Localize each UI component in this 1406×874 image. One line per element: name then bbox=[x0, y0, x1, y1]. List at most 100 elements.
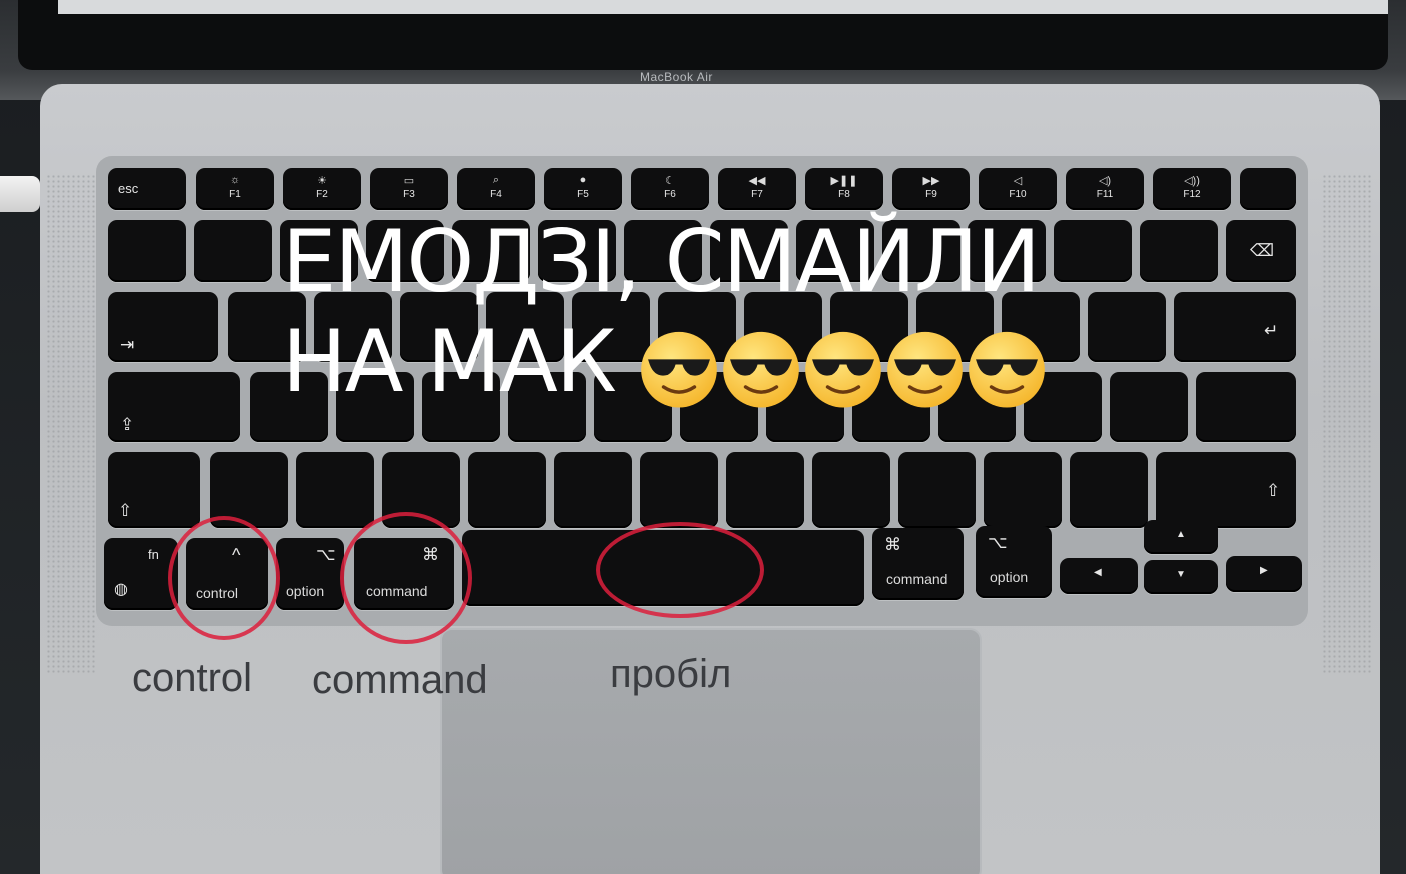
return-icon: ↵ bbox=[1264, 321, 1279, 340]
control-highlight-circle bbox=[168, 516, 280, 640]
key-shift-left[interactable]: ⇧ bbox=[108, 452, 200, 528]
key-option-label: option bbox=[286, 583, 325, 599]
smiling-face-with-sunglasses-icon bbox=[641, 331, 718, 408]
tab-icon: ⇥ bbox=[120, 335, 135, 354]
key-section[interactable] bbox=[108, 220, 186, 282]
key-f4-label: F4 bbox=[490, 189, 502, 200]
key-bracket-left[interactable] bbox=[1088, 292, 1166, 362]
key-arrow-left[interactable]: ◀ bbox=[1060, 558, 1138, 594]
brightness-up-icon: ☀ bbox=[317, 175, 327, 187]
key-f6[interactable]: ☾ F6 bbox=[631, 168, 709, 210]
key-f8[interactable]: ▶❚❚ F8 bbox=[805, 168, 883, 210]
key-backslash[interactable] bbox=[1196, 372, 1296, 442]
rewind-icon: ◀◀ bbox=[748, 175, 766, 187]
key-m[interactable] bbox=[812, 452, 890, 528]
key-1[interactable] bbox=[194, 220, 272, 282]
screen bbox=[58, 0, 1388, 14]
key-shift-right[interactable]: ⇧ bbox=[1156, 452, 1296, 528]
speaker-grille-right bbox=[1322, 174, 1372, 674]
key-f1[interactable]: ☼ F1 bbox=[196, 168, 274, 210]
volume-up-icon: ◁)) bbox=[1184, 175, 1200, 187]
key-return[interactable]: ↵ bbox=[1174, 292, 1296, 362]
key-f10[interactable]: ◁ F10 bbox=[979, 168, 1057, 210]
key-c[interactable] bbox=[468, 452, 546, 528]
headline-line-2: НА МАК bbox=[282, 312, 1050, 412]
key-f9[interactable]: ▶▶ F9 bbox=[892, 168, 970, 210]
mute-icon: ◁ bbox=[1013, 175, 1023, 187]
key-f12-label: F12 bbox=[1183, 189, 1201, 200]
command-symbol-right: ⌘ bbox=[884, 535, 901, 554]
play-pause-icon: ▶❚❚ bbox=[830, 175, 858, 187]
key-f7-label: F7 bbox=[751, 189, 763, 200]
key-option-right[interactable]: ⌥ option bbox=[976, 526, 1052, 598]
emoji-row bbox=[640, 312, 1050, 412]
key-n[interactable] bbox=[726, 452, 804, 528]
key-f9-label: F9 bbox=[925, 189, 937, 200]
arrow-down-icon: ▼ bbox=[1176, 569, 1186, 580]
key-arrow-down[interactable]: ▼ bbox=[1144, 560, 1218, 594]
key-equals[interactable] bbox=[1140, 220, 1218, 282]
arrow-up-icon: ▲ bbox=[1176, 529, 1186, 540]
caps-lock-icon: ⇪ bbox=[120, 415, 135, 434]
key-f6-label: F6 bbox=[664, 189, 676, 200]
key-arrow-up[interactable]: ▲ bbox=[1144, 520, 1218, 554]
caption-space: пробіл bbox=[610, 652, 732, 696]
key-period[interactable] bbox=[984, 452, 1062, 528]
caption-control: control bbox=[132, 656, 253, 700]
key-f10-label: F10 bbox=[1009, 189, 1027, 200]
option-symbol-right: ⌥ bbox=[988, 533, 1008, 552]
key-option-left[interactable]: ⌥ option bbox=[276, 538, 344, 610]
key-arrow-right[interactable]: ▶ bbox=[1226, 556, 1302, 592]
key-tab[interactable]: ⇥ bbox=[108, 292, 218, 362]
key-command-right[interactable]: ⌘ command bbox=[872, 528, 964, 600]
space-highlight-circle bbox=[596, 522, 764, 618]
search-icon: ⌕ bbox=[492, 174, 500, 186]
shift-icon: ⇧ bbox=[118, 501, 133, 520]
command-highlight-circle bbox=[340, 512, 472, 644]
key-comma[interactable] bbox=[898, 452, 976, 528]
brightness-down-icon: ☼ bbox=[229, 174, 241, 186]
delete-icon: ⌫ bbox=[1250, 241, 1275, 260]
photo-scene: MacBook Air esc ☼ F1 ☀ F2 ▭ F3 ⌕ F4 ● F5 ☾ F6 … bbox=[0, 0, 1406, 874]
key-quote[interactable] bbox=[1110, 372, 1188, 442]
key-esc[interactable]: esc bbox=[108, 168, 186, 210]
key-command-right-label: command bbox=[886, 571, 948, 587]
screen-bezel bbox=[18, 0, 1388, 70]
smiling-face-with-sunglasses-icon bbox=[969, 331, 1046, 408]
key-caps-lock[interactable]: ⇪ bbox=[108, 372, 240, 442]
key-touch-id[interactable] bbox=[1240, 168, 1296, 210]
arrow-left-icon: ◀ bbox=[1094, 567, 1102, 578]
smiling-face-with-sunglasses-icon bbox=[887, 331, 964, 408]
speaker-grille-left bbox=[46, 174, 96, 674]
usb-cable bbox=[0, 176, 40, 212]
moon-icon: ☾ bbox=[665, 175, 675, 187]
key-f4[interactable]: ⌕ F4 bbox=[457, 168, 535, 210]
fast-forward-icon: ▶▶ bbox=[922, 175, 940, 187]
option-symbol: ⌥ bbox=[316, 545, 336, 564]
mission-control-icon: ▭ bbox=[403, 175, 415, 187]
headline-line-1: ЕМОДЗІ, СМАЙЛИ bbox=[282, 212, 1041, 312]
headline-line-2-text: НА МАК bbox=[282, 312, 617, 412]
key-f12[interactable]: ◁)) F12 bbox=[1153, 168, 1231, 210]
key-f5-label: F5 bbox=[577, 189, 589, 200]
key-f3[interactable]: ▭ F3 bbox=[370, 168, 448, 210]
key-v[interactable] bbox=[554, 452, 632, 528]
key-slash[interactable] bbox=[1070, 452, 1148, 528]
key-fn[interactable]: fn ◍ bbox=[104, 538, 178, 610]
key-f2[interactable]: ☀ F2 bbox=[283, 168, 361, 210]
smiling-face-with-sunglasses-icon bbox=[723, 331, 800, 408]
key-f11-label: F11 bbox=[1096, 189, 1114, 200]
key-b[interactable] bbox=[640, 452, 718, 528]
microphone-icon: ● bbox=[579, 174, 587, 186]
brand-label: MacBook Air bbox=[640, 70, 713, 84]
key-f7[interactable]: ◀◀ F7 bbox=[718, 168, 796, 210]
key-option-right-label: option bbox=[990, 569, 1029, 585]
key-f11[interactable]: ◁) F11 bbox=[1066, 168, 1144, 210]
key-delete[interactable]: ⌫ bbox=[1226, 220, 1296, 282]
key-minus[interactable] bbox=[1054, 220, 1132, 282]
key-f1-label: F1 bbox=[229, 189, 241, 200]
key-fn-label: fn bbox=[148, 547, 159, 562]
shift-icon-right: ⇧ bbox=[1266, 481, 1281, 500]
key-f5[interactable]: ● F5 bbox=[544, 168, 622, 210]
key-z[interactable] bbox=[296, 452, 374, 528]
